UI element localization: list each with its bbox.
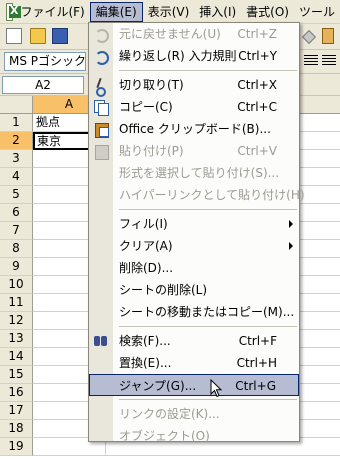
menu-item-redo[interactable]: 繰り返し(R) 入力規則 Ctrl+Y — [89, 45, 299, 67]
menu-item-object[interactable]: オブジェクト(O) — [89, 425, 299, 447]
menu-item-move-copy-sheet[interactable]: シートの移動またはコピー(M)... — [89, 301, 299, 323]
menu-item-shortcut: Ctrl+Z — [237, 27, 277, 41]
menu-file[interactable]: ファイル(F) — [15, 2, 89, 22]
row-header[interactable]: 15 — [0, 366, 33, 384]
align-center-icon[interactable] — [304, 55, 318, 67]
menu-item-shortcut: Ctrl+X — [237, 78, 277, 92]
new-document-icon[interactable] — [6, 28, 22, 44]
row-header[interactable]: 3 — [0, 150, 33, 168]
undo-icon — [93, 26, 109, 43]
menu-insert[interactable]: 挿入(I) — [194, 2, 241, 22]
menu-item-label: 元に戻せません(U) — [119, 27, 221, 41]
edit-dropdown-menu: 元に戻せません(U) Ctrl+Z 繰り返し(R) 入力規則 Ctrl+Y 切り… — [88, 22, 305, 443]
menu-item-label: 削除(D)... — [119, 261, 174, 275]
row-header[interactable]: 16 — [0, 384, 33, 402]
menu-item-label: 置換(E)... — [119, 356, 172, 370]
menu-item-copy[interactable]: コピー(C) Ctrl+C — [89, 96, 299, 118]
menu-format[interactable]: 書式(O) — [241, 2, 294, 22]
copy-icon — [93, 99, 109, 116]
menu-item-goto[interactable]: ジャンプ(G)... Ctrl+G — [89, 374, 299, 396]
menu-item-label: 繰り返し(R) 入力規則 — [119, 49, 237, 63]
menu-separator — [89, 67, 299, 74]
font-name-select[interactable]: MS Pゴシック — [4, 52, 86, 71]
menu-item-shortcut: Ctrl+G — [235, 379, 276, 393]
menu-item-label: ハイパーリンクとして貼り付け(H) — [119, 188, 305, 202]
row-header[interactable]: 4 — [0, 168, 33, 186]
menu-separator — [89, 396, 299, 403]
row-header[interactable]: 8 — [0, 240, 33, 258]
row-header[interactable]: 12 — [0, 312, 33, 330]
submenu-arrow-icon — [289, 242, 293, 250]
menu-item-label: リンクの設定(K)... — [119, 407, 220, 421]
mouse-pointer-icon — [210, 379, 223, 398]
menu-item-label: フィル(I) — [119, 217, 168, 231]
row-header[interactable]: 1 — [0, 114, 33, 132]
align-right-icon[interactable] — [322, 55, 336, 67]
row-header[interactable]: 2 — [0, 132, 33, 150]
menu-item-shortcut: Ctrl+V — [237, 144, 277, 158]
menu-view[interactable]: 表示(V) — [143, 2, 195, 22]
format-painter-icon[interactable] — [322, 28, 334, 44]
row-header[interactable]: 7 — [0, 222, 33, 240]
menu-item-replace[interactable]: 置換(E)... Ctrl+H — [89, 352, 299, 374]
menu-item-label: 切り取り(T) — [119, 78, 184, 92]
menu-item-undo[interactable]: 元に戻せません(U) Ctrl+Z — [89, 23, 299, 45]
menu-item-shortcut: Ctrl+C — [237, 100, 277, 114]
menu-tools[interactable]: ツール — [294, 2, 340, 22]
menu-item-office-clipboard[interactable]: Office クリップボード(B)... — [89, 118, 299, 140]
select-all-corner[interactable] — [0, 96, 33, 114]
row-header[interactable]: 19 — [0, 438, 33, 456]
menu-item-fill[interactable]: フィル(I) — [89, 213, 299, 235]
paste-icon — [93, 143, 109, 160]
menu-item-paste-hyperlink[interactable]: ハイパーリンクとして貼り付け(H) — [89, 184, 305, 206]
submenu-arrow-icon — [289, 220, 293, 228]
menu-item-delete[interactable]: 削除(D)... — [89, 257, 299, 279]
menu-item-label: 検索(F)... — [119, 334, 171, 348]
redo-icon — [93, 48, 109, 65]
menu-item-label: シートの削除(L) — [119, 283, 208, 297]
toolbar-tool-icon[interactable] — [301, 29, 317, 45]
menu-bar: ファイル(F) 編集(E) 表示(V) 挿入(I) 書式(O) ツール — [0, 0, 340, 24]
menu-item-label: ジャンプ(G)... — [119, 379, 197, 393]
menu-item-shortcut: Ctrl+Y — [238, 49, 277, 63]
name-box[interactable]: A2 — [2, 76, 84, 94]
row-header[interactable]: 11 — [0, 294, 33, 312]
clipboard-icon — [93, 121, 109, 138]
row-header[interactable]: 18 — [0, 420, 33, 438]
binoculars-icon — [93, 333, 109, 349]
menu-item-label: 形式を選択して貼り付け(S)... — [119, 166, 280, 180]
row-header[interactable]: 17 — [0, 402, 33, 420]
scissors-icon — [93, 77, 109, 97]
menu-item-label: シートの移動またはコピー(M)... — [119, 305, 295, 319]
menu-item-label: コピー(C) — [119, 100, 173, 114]
excel-app-icon[interactable] — [6, 2, 22, 21]
menu-item-links[interactable]: リンクの設定(K)... — [89, 403, 299, 425]
save-icon[interactable] — [52, 28, 68, 44]
menu-item-cut[interactable]: 切り取り(T) Ctrl+X — [89, 74, 299, 97]
menu-edit[interactable]: 編集(E) — [89, 1, 143, 22]
row-header[interactable]: 10 — [0, 276, 33, 294]
menu-separator — [89, 206, 299, 213]
menu-item-label: 貼り付け(P) — [119, 144, 184, 158]
menu-separator — [89, 323, 299, 330]
menu-item-shortcut: Ctrl+H — [236, 356, 277, 370]
menu-item-label: オブジェクト(O) — [119, 429, 210, 443]
menu-item-label: クリア(A) — [119, 239, 173, 253]
row-header[interactable]: 14 — [0, 348, 33, 366]
menu-item-find[interactable]: 検索(F)... Ctrl+F — [89, 330, 299, 352]
menu-item-paste[interactable]: 貼り付け(P) Ctrl+V — [89, 140, 299, 162]
row-header[interactable]: 5 — [0, 186, 33, 204]
open-folder-icon[interactable] — [30, 28, 46, 44]
menu-item-delete-sheet[interactable]: シートの削除(L) — [89, 279, 299, 301]
menu-item-shortcut: Ctrl+F — [238, 334, 277, 348]
row-header[interactable]: 9 — [0, 258, 33, 276]
menu-item-label: Office クリップボード(B)... — [119, 122, 271, 136]
row-header[interactable]: 6 — [0, 204, 33, 222]
menu-item-clear[interactable]: クリア(A) — [89, 235, 299, 257]
menu-item-paste-special[interactable]: 形式を選択して貼り付け(S)... — [89, 162, 299, 184]
row-header[interactable]: 13 — [0, 330, 33, 348]
